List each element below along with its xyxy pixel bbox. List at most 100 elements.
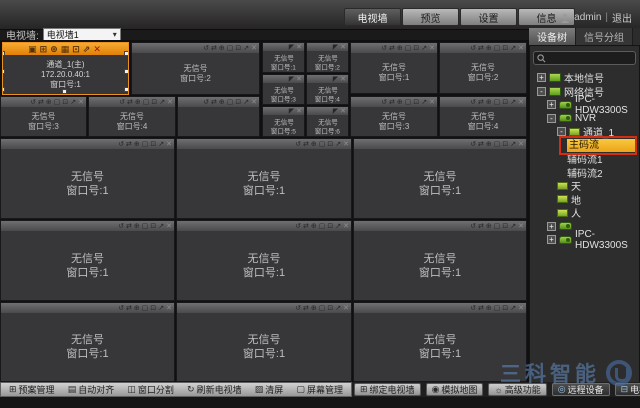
window-icon[interactable]: ▢ bbox=[319, 223, 326, 230]
export-icon[interactable]: ↗ bbox=[158, 141, 164, 148]
window-header[interactable]: ↺⇄⊕▢⊡↗✕ bbox=[354, 139, 526, 149]
video-window[interactable]: ↺⇄⊕▢⊡↗✕无信号窗口号:1 bbox=[350, 42, 438, 94]
window-icon[interactable]: ▢ bbox=[142, 141, 149, 148]
window-icon[interactable]: ▢ bbox=[405, 45, 412, 52]
add-icon[interactable]: ⊕ bbox=[135, 99, 141, 106]
rotate-icon[interactable]: ↺ bbox=[118, 305, 124, 312]
rotate-icon[interactable]: ↺ bbox=[203, 99, 209, 106]
toolbar-button-tv-wall[interactable]: ⊟电视墙 bbox=[615, 383, 640, 396]
export-icon[interactable]: ⇗ bbox=[83, 45, 91, 54]
rotate-icon[interactable]: ↺ bbox=[470, 45, 476, 52]
rotate-icon[interactable]: ↺ bbox=[381, 45, 387, 52]
add-icon[interactable]: ⊕ bbox=[311, 141, 317, 148]
triangle-icon[interactable]: ◤ bbox=[289, 44, 294, 51]
close-icon[interactable]: ✕ bbox=[251, 99, 257, 106]
window-header[interactable]: ↺⇄⊕▢⊡↗✕ bbox=[89, 97, 175, 107]
window-header[interactable]: ◤✕ bbox=[307, 107, 348, 115]
close-icon[interactable]: ✕ bbox=[429, 45, 435, 52]
window-header[interactable]: ◤✕ bbox=[263, 75, 304, 83]
add-icon[interactable]: ⊕ bbox=[134, 305, 140, 312]
close-icon[interactable]: ✕ bbox=[340, 76, 346, 83]
close-icon[interactable]: ✕ bbox=[343, 305, 349, 312]
lock-icon[interactable]: ⊡ bbox=[502, 223, 508, 230]
lock-icon[interactable]: ⊡ bbox=[235, 99, 241, 106]
toolbar-button-map-pin[interactable]: ◉模拟地图 bbox=[426, 383, 484, 396]
toolbar-button-refresh[interactable]: ↻刷新电视墙 bbox=[187, 383, 242, 396]
resize-handle[interactable] bbox=[62, 89, 67, 94]
expand-icon[interactable]: + bbox=[547, 100, 556, 109]
rotate-icon[interactable]: ↺ bbox=[118, 141, 124, 148]
split-icon[interactable]: ▦ bbox=[61, 45, 70, 54]
swap-icon[interactable]: ⇄ bbox=[389, 99, 395, 106]
rotate-icon[interactable]: ↺ bbox=[203, 45, 209, 52]
video-window[interactable]: ↺⇄⊕▢⊡↗✕无信号窗口号:1 bbox=[0, 220, 175, 301]
video-window[interactable]: ↺⇄⊕▢⊡↗✕无信号窗口号:1 bbox=[176, 302, 352, 382]
triangle-icon[interactable]: ◤ bbox=[333, 44, 338, 51]
close-icon[interactable]: ✕ bbox=[166, 223, 172, 230]
export-icon[interactable]: ↗ bbox=[70, 99, 76, 106]
window-header[interactable]: ↺⇄⊕▢⊡↗✕ bbox=[177, 303, 351, 313]
close-icon[interactable]: ✕ bbox=[340, 44, 346, 51]
add-icon[interactable]: ⊕ bbox=[397, 45, 403, 52]
add-icon[interactable]: ⊕ bbox=[486, 45, 492, 52]
window-header[interactable]: ↺⇄⊕▢⊡↗✕ bbox=[177, 221, 351, 231]
lock-icon[interactable]: ⊡ bbox=[327, 305, 333, 312]
tree-item[interactable]: -NVR bbox=[533, 112, 636, 126]
export-icon[interactable]: ↗ bbox=[158, 305, 164, 312]
tree-item[interactable]: 地 bbox=[533, 193, 636, 207]
window-header[interactable]: ↺⇄⊕▢⊡↗✕ bbox=[440, 43, 526, 53]
close-icon[interactable]: ✕ bbox=[296, 44, 302, 51]
video-window[interactable]: ↺⇄⊕▢⊡↗✕ bbox=[177, 96, 260, 137]
swap-icon[interactable]: ⇄ bbox=[126, 223, 132, 230]
window-header[interactable]: ↺⇄⊕▢⊡↗✕ bbox=[178, 97, 259, 107]
export-icon[interactable]: ↗ bbox=[421, 99, 427, 106]
video-window[interactable]: ↺⇄⊕▢⊡↗✕无信号窗口号:1 bbox=[176, 138, 352, 219]
lock-icon[interactable]: ⊡ bbox=[502, 99, 508, 106]
rotate-icon[interactable]: ↺ bbox=[381, 99, 387, 106]
collapse-icon[interactable]: - bbox=[557, 127, 566, 136]
window-icon[interactable]: ▢ bbox=[494, 99, 501, 106]
export-icon[interactable]: ↗ bbox=[510, 305, 516, 312]
video-window[interactable]: ↺⇄⊕▢⊡↗✕无信号窗口号:2 bbox=[131, 42, 260, 95]
export-icon[interactable]: ↗ bbox=[159, 99, 165, 106]
lock-icon[interactable]: ⊡ bbox=[150, 223, 156, 230]
video-window[interactable]: ↺⇄⊕▢⊡↗✕无信号窗口号:1 bbox=[0, 302, 175, 382]
triangle-icon[interactable]: ◤ bbox=[289, 76, 294, 83]
rotate-icon[interactable]: ↺ bbox=[118, 223, 124, 230]
add-icon[interactable]: ⊕ bbox=[486, 223, 492, 230]
logout-button[interactable]: 退出 bbox=[612, 10, 632, 25]
close-icon[interactable]: ✕ bbox=[166, 141, 172, 148]
triangle-icon[interactable]: ◤ bbox=[333, 76, 338, 83]
window-header[interactable]: ↺⇄⊕▢⊡↗✕ bbox=[177, 139, 351, 149]
window-header[interactable]: ◤✕ bbox=[307, 75, 348, 83]
toolbar-button-preset-grid[interactable]: ⊞预案管理 bbox=[9, 383, 55, 396]
add-icon[interactable]: ⊕ bbox=[134, 141, 140, 148]
swap-icon[interactable]: ⇄ bbox=[478, 99, 484, 106]
swap-icon[interactable]: ⇄ bbox=[478, 223, 484, 230]
window-header[interactable]: ↺⇄⊕▢⊡↗✕ bbox=[354, 303, 526, 313]
export-icon[interactable]: ↗ bbox=[335, 141, 341, 148]
add-icon[interactable]: ⊕ bbox=[486, 305, 492, 312]
expand-icon[interactable]: + bbox=[547, 222, 556, 231]
swap-icon[interactable]: ⇄ bbox=[303, 305, 309, 312]
triangle-icon[interactable]: ◤ bbox=[333, 108, 338, 115]
window-icon[interactable]: ▢ bbox=[142, 305, 149, 312]
close-icon[interactable]: ✕ bbox=[93, 45, 101, 54]
lock-icon[interactable]: ⊡ bbox=[150, 141, 156, 148]
close-icon[interactable]: ✕ bbox=[251, 45, 257, 52]
search-input[interactable] bbox=[549, 53, 632, 63]
close-icon[interactable]: ✕ bbox=[166, 305, 172, 312]
export-icon[interactable]: ↗ bbox=[335, 305, 341, 312]
rotate-icon[interactable]: ↺ bbox=[295, 223, 301, 230]
window-icon[interactable]: ▢ bbox=[54, 99, 61, 106]
resize-handle[interactable] bbox=[124, 69, 129, 74]
video-window[interactable]: ↺⇄⊕▢⊡↗✕无信号窗口号:1 bbox=[353, 138, 527, 219]
lock-icon[interactable]: ⊡ bbox=[72, 45, 80, 54]
close-icon[interactable]: ✕ bbox=[518, 45, 524, 52]
toolbar-button-gear[interactable]: ☼高级功能 bbox=[488, 383, 546, 396]
tree-item[interactable]: +IPC-HDW3300S bbox=[533, 233, 636, 247]
lock-icon[interactable]: ⊡ bbox=[327, 223, 333, 230]
resize-handle[interactable] bbox=[124, 51, 129, 56]
video-window[interactable]: ↺⇄⊕▢⊡↗✕无信号窗口号:3 bbox=[0, 96, 87, 137]
swap-icon[interactable]: ⇄ bbox=[126, 141, 132, 148]
